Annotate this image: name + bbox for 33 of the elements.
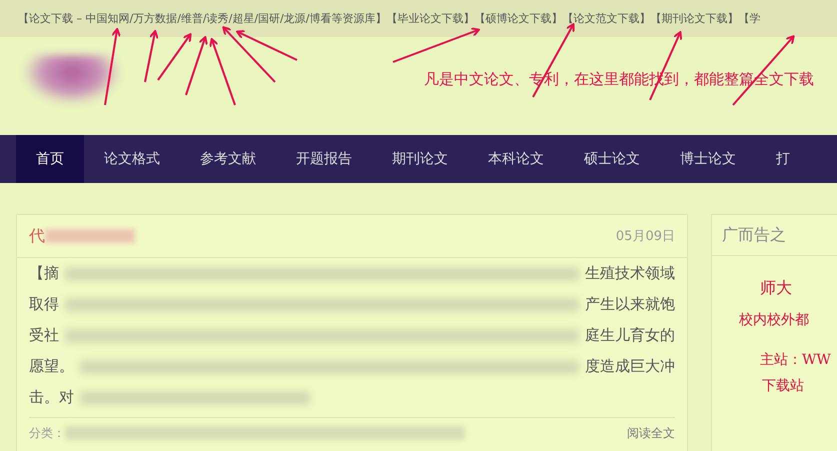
top-link[interactable]: 【论文下载 – 中国知网/万方数据/维普/读秀/超星/国研/龙源/博看等资源库】	[18, 11, 386, 26]
top-link[interactable]: 【毕业论文下载】	[386, 11, 474, 26]
ad-text: 下载站	[762, 377, 804, 395]
excerpt-text: 愿望。	[29, 357, 74, 376]
excerpt-text: 生殖技术领域	[585, 264, 675, 283]
excerpt-text: 产生以来就饱	[585, 295, 675, 314]
category-label: 分类：	[29, 424, 65, 442]
annotation-arrow	[649, 31, 682, 100]
top-link[interactable]: 【期刊论文下载】	[650, 11, 738, 26]
nav-item[interactable]: 期刊论文	[372, 135, 468, 183]
excerpt-text: 【摘	[29, 264, 59, 283]
top-link[interactable]: 【论文范文下载】	[562, 11, 650, 26]
nav-item[interactable]: 开题报告	[276, 135, 372, 183]
nav-item[interactable]: 打	[756, 135, 810, 183]
excerpt-text: 受社	[29, 326, 59, 345]
nav-item[interactable]: 硕士论文	[564, 135, 660, 183]
ad-text: 师大	[760, 278, 792, 299]
sidebar-title: 广而告之	[712, 215, 837, 256]
read-more-link[interactable]: 阅读全文	[627, 424, 675, 442]
nav-item[interactable]: 博士论文	[660, 135, 756, 183]
nav-item[interactable]: 参考文献	[180, 135, 276, 183]
ad-text: 校内校外都	[739, 311, 809, 329]
excerpt-text: 取得	[29, 295, 59, 314]
nav-item[interactable]: 论文格式	[84, 135, 180, 183]
nav-item[interactable]: 本科论文	[468, 135, 564, 183]
nav-item[interactable]: 首页	[16, 135, 84, 183]
excerpt-text: 度造成巨大冲	[585, 357, 675, 376]
ad-text: 主站：WW	[760, 351, 831, 369]
article-date: 05月09日	[616, 228, 675, 245]
excerpt-text: 庭生儿育女的	[585, 326, 675, 345]
top-link[interactable]: 【硕博论文下载】	[474, 11, 562, 26]
top-link[interactable]: 【学	[738, 11, 760, 26]
excerpt-text: 击。对	[29, 388, 74, 407]
